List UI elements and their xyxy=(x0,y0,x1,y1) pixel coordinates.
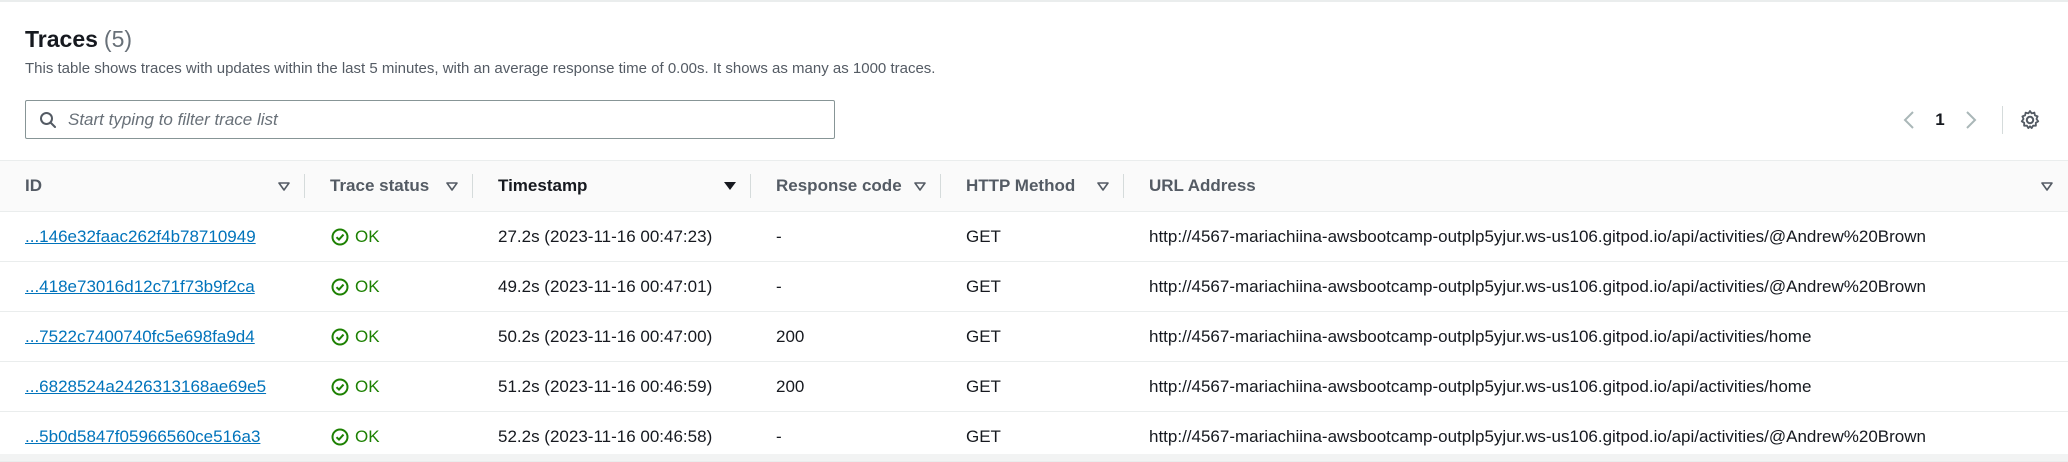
check-circle-icon xyxy=(330,327,350,347)
column-label: Trace status xyxy=(330,176,430,195)
cell-status: OK xyxy=(305,312,473,362)
panel-description: This table shows traces with updates wit… xyxy=(25,60,936,77)
status-text: OK xyxy=(355,426,380,446)
status-badge: OK xyxy=(330,377,473,397)
trace-filter[interactable] xyxy=(25,100,835,139)
check-circle-icon xyxy=(330,227,350,247)
cell-response-code: - xyxy=(776,426,782,446)
cell-timestamp: 27.2s (2023-11-16 00:47:23) xyxy=(498,226,713,246)
cell-url: http://4567-mariachiina-awsbootcamp-outp… xyxy=(1149,226,1926,246)
caret-down-icon[interactable] xyxy=(1096,181,1110,191)
status-text: OK xyxy=(355,226,380,246)
pagination: 1 xyxy=(1896,106,2043,134)
cell-url: http://4567-mariachiina-awsbootcamp-outp… xyxy=(1149,376,1812,396)
pager-divider xyxy=(2002,106,2003,134)
status-text: OK xyxy=(355,326,380,346)
cell-timestamp: 51.2s (2023-11-16 00:46:59) xyxy=(498,376,713,396)
cell-response-code: - xyxy=(776,276,782,296)
cell-method: GET xyxy=(966,276,1001,296)
check-circle-icon xyxy=(330,277,350,297)
column-label: Timestamp xyxy=(498,176,588,195)
column-label: HTTP Method xyxy=(966,176,1076,195)
traces-table: ID Trace status Timestamp Response code … xyxy=(0,160,2068,462)
status-text: OK xyxy=(355,276,380,296)
current-page[interactable]: 1 xyxy=(1922,110,1958,130)
cell-method: GET xyxy=(966,376,1001,396)
cell-id: ...6828524a2426313168ae69e5 xyxy=(0,362,305,412)
column-label: URL Address xyxy=(1149,176,1256,195)
cell-url: http://4567-mariachiina-awsbootcamp-outp… xyxy=(1149,426,1926,446)
trace-id-link[interactable]: ...6828524a2426313168ae69e5 xyxy=(25,377,266,396)
trace-id-link[interactable]: ...5b0d5847f05966560ce516a3 xyxy=(25,427,260,446)
column-label: ID xyxy=(25,176,42,195)
status-badge: OK xyxy=(330,277,473,297)
cell-url: http://4567-mariachiina-awsbootcamp-outp… xyxy=(1149,326,1812,346)
cell-status: OK xyxy=(305,412,473,462)
cell-timestamp: 52.2s (2023-11-16 00:46:58) xyxy=(498,426,713,446)
cell-timestamp: 50.2s (2023-11-16 00:47:00) xyxy=(498,326,713,346)
cell-method: GET xyxy=(966,226,1001,246)
panel-header: Traces (5) xyxy=(25,26,132,53)
column-label: Response code xyxy=(776,176,902,195)
table-row: ...146e32faac262f4b78710949 OK 27.2s (20… xyxy=(0,212,2068,262)
trace-id-link[interactable]: ...418e73016d12c71f73b9f2ca xyxy=(25,277,255,296)
status-badge: OK xyxy=(330,327,473,347)
caret-down-icon[interactable] xyxy=(445,181,459,191)
trace-count: (5) xyxy=(103,26,133,52)
caret-down-icon[interactable] xyxy=(913,181,927,191)
cell-method: GET xyxy=(966,426,1001,446)
page-title: Traces (5) xyxy=(25,26,132,52)
column-header-url-address[interactable]: URL Address xyxy=(1124,161,2068,212)
title-text: Traces xyxy=(25,26,98,52)
cell-url: http://4567-mariachiina-awsbootcamp-outp… xyxy=(1149,276,1926,296)
gear-icon[interactable] xyxy=(2017,107,2043,133)
table-row: ...418e73016d12c71f73b9f2ca OK 49.2s (20… xyxy=(0,262,2068,312)
caret-down-icon[interactable] xyxy=(723,181,737,191)
table-row: ...7522c7400740fc5e698fa9d4 OK 50.2s (20… xyxy=(0,312,2068,362)
cell-timestamp: 49.2s (2023-11-16 00:47:01) xyxy=(498,276,713,296)
table-header-row: ID Trace status Timestamp Response code … xyxy=(0,160,2068,212)
chevron-right-icon[interactable] xyxy=(1958,107,1984,133)
column-header-response-code[interactable]: Response code xyxy=(751,161,941,212)
trace-id-link[interactable]: ...146e32faac262f4b78710949 xyxy=(25,227,256,246)
cell-method: GET xyxy=(966,326,1001,346)
column-header-http-method[interactable]: HTTP Method xyxy=(941,161,1124,212)
filter-input[interactable] xyxy=(68,101,834,138)
column-header-trace-status[interactable]: Trace status xyxy=(305,161,473,212)
status-badge: OK xyxy=(330,427,473,447)
chevron-left-icon[interactable] xyxy=(1896,107,1922,133)
caret-down-icon[interactable] xyxy=(2040,181,2054,191)
cell-id: ...146e32faac262f4b78710949 xyxy=(0,212,305,262)
check-circle-icon xyxy=(330,377,350,397)
status-badge: OK xyxy=(330,227,473,247)
cell-response-code: 200 xyxy=(776,376,805,396)
cell-id: ...7522c7400740fc5e698fa9d4 xyxy=(0,312,305,362)
column-header-timestamp[interactable]: Timestamp xyxy=(473,161,751,212)
caret-down-icon[interactable] xyxy=(277,181,291,191)
cell-id: ...5b0d5847f05966560ce516a3 xyxy=(0,412,305,462)
status-text: OK xyxy=(355,376,380,396)
cell-response-code: - xyxy=(776,226,782,246)
check-circle-icon xyxy=(330,427,350,447)
search-icon xyxy=(38,110,58,130)
cell-id: ...418e73016d12c71f73b9f2ca xyxy=(0,262,305,312)
traces-panel: Traces (5) This table shows traces with u… xyxy=(0,0,2068,462)
trace-id-link[interactable]: ...7522c7400740fc5e698fa9d4 xyxy=(25,327,255,346)
cell-status: OK xyxy=(305,212,473,262)
cell-response-code: 200 xyxy=(776,326,805,346)
cell-status: OK xyxy=(305,262,473,312)
column-header-id[interactable]: ID xyxy=(0,161,305,212)
table-row: ...6828524a2426313168ae69e5 OK 51.2s (20… xyxy=(0,362,2068,412)
cell-status: OK xyxy=(305,362,473,412)
table-row: ...5b0d5847f05966560ce516a3 OK 52.2s (20… xyxy=(0,412,2068,462)
